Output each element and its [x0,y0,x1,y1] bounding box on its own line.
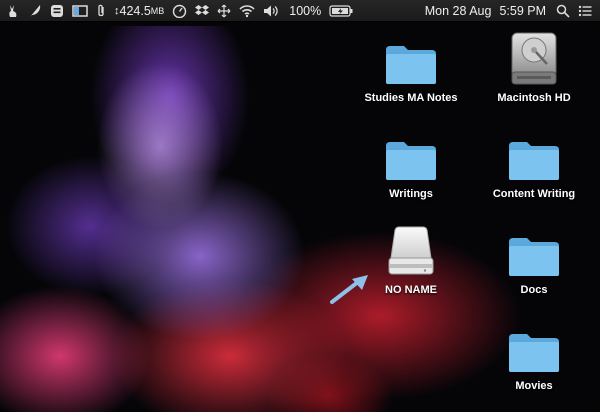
desktop-icon-movies[interactable]: Movies [479,322,589,392]
menu-bar: ↕ 424.5 MB 100% Mon 28 Aug 5:59 PM [0,0,600,22]
search-icon[interactable] [556,0,570,22]
clock[interactable]: Mon 28 Aug 5:59 PM [425,0,546,22]
feather-icon[interactable] [28,0,42,22]
notification-center-icon[interactable] [578,0,592,22]
wifi-icon[interactable] [239,0,255,22]
network-speed-value: 424.5 [119,3,151,18]
folder-icon [479,130,589,182]
pointer-arrow-icon [330,275,368,304]
folder-icon [356,130,466,182]
display-icon[interactable] [72,0,88,22]
desktop-icon-label: Macintosh HD [497,92,571,104]
gauge-icon[interactable] [172,0,187,22]
battery-percent[interactable]: 100% [289,0,321,22]
volume-icon[interactable] [263,0,281,22]
external-drive-icon [356,224,466,278]
paperclip-icon[interactable] [96,0,106,22]
desktop-icon-label: Docs [520,284,548,296]
desktop-icon-studies-ma-notes[interactable]: Studies MA Notes [356,34,466,104]
desktop-icon-label: Content Writing [492,188,576,200]
desktop-icon-label: Movies [515,380,553,392]
desktop-icon-writings[interactable]: Writings [356,130,466,200]
dropbox-icon[interactable] [195,0,210,22]
battery-percent-label: 100% [289,3,322,18]
network-speed-unit: MB [150,5,165,16]
folder-icon [479,226,589,278]
folder-icon [479,322,589,374]
desktop-icon-docs[interactable]: Docs [479,226,589,296]
hard-drive-icon [479,30,589,86]
clock-time: 5:59 PM [499,3,546,18]
app-menu-icon[interactable] [50,0,64,22]
folder-icon [356,34,466,86]
move-icon[interactable] [217,0,231,22]
desktop-icon-content-writing[interactable]: Content Writing [479,130,589,200]
rabbit-icon[interactable] [6,0,20,22]
desktop-icon-macintosh-hd[interactable]: Macintosh HD [479,30,589,104]
desktop-icon-label: Studies MA Notes [364,92,458,104]
desktop-icon-label: Writings [389,188,433,200]
network-speed[interactable]: ↕ 424.5 MB [114,0,164,22]
battery-icon[interactable] [329,0,353,22]
clock-date: Mon 28 Aug [424,3,492,18]
